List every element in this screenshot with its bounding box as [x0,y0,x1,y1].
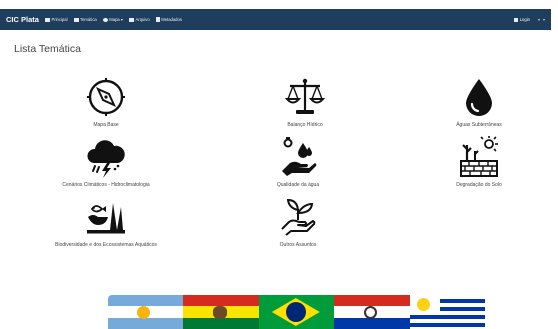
water-quality-icon [282,137,317,176]
tile-balanco-hidrico[interactable]: Balanço Hídrico [230,75,380,128]
list-icon [73,17,79,22]
balance-scale-icon [284,78,326,114]
dropdown-toggle-1[interactable]: ▾ [538,17,540,22]
page-title: Lista Temática [14,43,81,55]
folder-icon [129,17,135,22]
nav-item-mapa[interactable]: Mapa ▾ [102,17,124,22]
tile-label: Balanço Hídrico [287,122,323,128]
nav-item-arquivo[interactable]: Arquivo [129,17,150,22]
nav-item-tematica[interactable]: Temática [73,17,97,22]
soil-degradation-icon [460,136,498,177]
tile-aguas-subterraneas[interactable]: Águas Subterrâneas [404,75,554,128]
compass-icon [87,78,125,116]
tile-label: Águas Subterrâneas [456,122,502,128]
nav-label: Mapa ▾ [109,17,124,22]
file-icon [155,17,160,22]
nav-label: Arquivo [135,17,150,22]
argentina-flag-icon [108,295,184,329]
globe-icon [102,17,108,22]
nav-right: Login ▾ ▾ [514,17,545,22]
biodiversity-icon [87,203,125,234]
paraguay-flag-icon [334,295,410,329]
user-icon [514,17,519,22]
tile-label: Mapa Base [93,122,119,128]
nav-item-principal[interactable]: Principal [44,17,68,22]
tile-qualidade-agua[interactable]: Qualidade da água [223,135,373,188]
uruguay-flag-icon [409,295,485,329]
nav-label: Principal [51,17,68,22]
login-label: Login [519,17,530,22]
dropdown-toggle-2[interactable]: ▾ [543,17,545,22]
nav-label: Metadados [161,17,182,22]
tile-mapa-base[interactable]: Mapa Base [31,75,181,128]
plant-hand-icon [281,198,316,236]
brazil-flag-icon [258,295,335,329]
tile-degradacao-solo[interactable]: Degradação do Solo [404,135,554,188]
member-flags-banner [108,295,485,329]
brand-logo[interactable]: CIC Plata [6,15,39,24]
tile-biodiversidade[interactable]: Biodiversidade e dos Ecossistemas Aquáti… [31,195,181,248]
nav-item-metadados[interactable]: Metadados [155,17,182,22]
tile-label: Degradação do Solo [456,182,502,188]
home-icon [44,17,50,22]
tile-label: Cenários Climáticos - Hidroclimatologia [62,182,150,188]
tile-label: Biodiversidade e dos Ecossistemas Aquáti… [55,242,157,248]
login-link[interactable]: Login [514,17,530,22]
water-drop-icon [466,79,492,116]
storm-cloud-icon [87,140,125,178]
tile-cenarios-climaticos[interactable]: Cenários Climáticos - Hidroclimatologia [31,135,181,188]
tile-outros-assuntos[interactable]: Outros Assuntos [223,195,373,248]
nav-label: Temática [80,17,97,22]
tile-label: Qualidade da água [276,182,320,188]
tile-label: Outros Assuntos [279,242,317,248]
bolivia-flag-icon [183,295,259,329]
top-navbar: CIC Plata Principal Temática Mapa ▾ Arqu… [0,9,551,30]
